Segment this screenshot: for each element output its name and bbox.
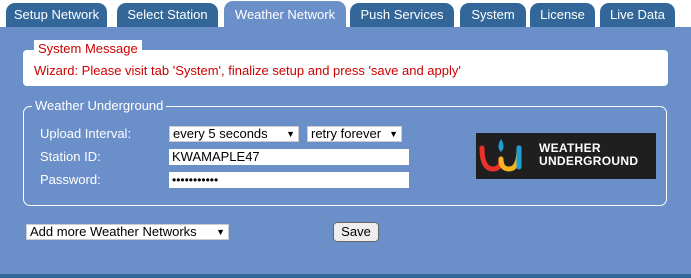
tab-system[interactable]: System <box>460 3 526 27</box>
tab-setup-network[interactable]: Setup Network <box>6 3 107 27</box>
tab-push-services[interactable]: Push Services <box>350 3 454 27</box>
add-networks-select[interactable]: Add more Weather Networks ▼ <box>26 224 229 240</box>
weather-underground-legend: Weather Underground <box>32 98 167 113</box>
system-message-box: System Message Wizard: Please visit tab … <box>23 40 668 86</box>
password-label: Password: <box>40 172 101 187</box>
upload-interval-value: every 5 seconds <box>173 126 268 141</box>
station-id-input[interactable]: KWAMAPLE47 <box>169 149 409 165</box>
system-message-text: Wizard: Please visit tab 'System', final… <box>34 63 461 78</box>
wu-logo-text: WEATHER UNDERGROUND <box>539 141 639 168</box>
chevron-down-icon: ▼ <box>286 129 295 139</box>
upload-interval-select[interactable]: every 5 seconds ▼ <box>169 126 299 142</box>
weather-underground-logo: WEATHER UNDERGROUND <box>476 133 656 179</box>
retry-select[interactable]: retry forever ▼ <box>307 126 402 142</box>
weather-underground-fieldset: Weather Underground Upload Interval: eve… <box>23 98 667 206</box>
weather-network-panel: System Message Wizard: Please visit tab … <box>0 27 691 278</box>
tab-license[interactable]: License <box>530 3 595 27</box>
system-message-legend: System Message <box>34 40 142 57</box>
retry-value: retry forever <box>311 126 382 141</box>
add-networks-value: Add more Weather Networks <box>30 224 197 239</box>
save-button[interactable]: Save <box>333 222 379 242</box>
tab-live-data[interactable]: Live Data <box>600 3 675 27</box>
station-id-label: Station ID: <box>40 149 101 164</box>
upload-interval-label: Upload Interval: <box>40 126 132 141</box>
tab-weather-network[interactable]: Weather Network <box>224 1 346 28</box>
chevron-down-icon: ▼ <box>389 129 398 139</box>
password-input[interactable]: ••••••••••• <box>169 172 409 188</box>
tab-select-station[interactable]: Select Station <box>117 3 218 27</box>
chevron-down-icon: ▼ <box>216 227 225 237</box>
tab-bar: Setup Network Select Station Weather Net… <box>0 0 691 28</box>
wu-logo-icon <box>479 139 522 172</box>
